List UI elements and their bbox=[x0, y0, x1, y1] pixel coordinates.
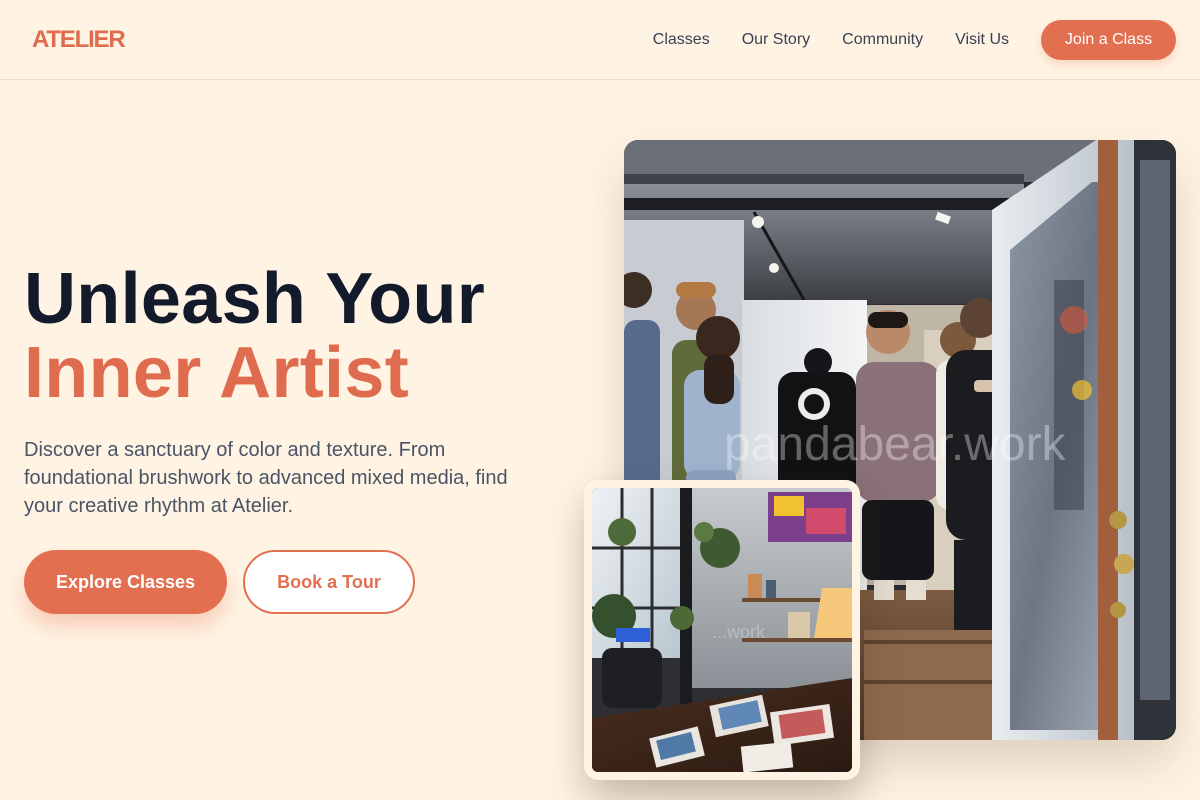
headline-line-2: Inner Artist bbox=[24, 333, 409, 413]
nav-link-classes[interactable]: Classes bbox=[653, 31, 710, 49]
inset-watermark: ...work bbox=[712, 622, 766, 642]
hero-buttons: Explore Classes Book a Tour bbox=[24, 550, 415, 614]
hero-section: Unleash Your Inner Artist Discover a san… bbox=[24, 262, 564, 614]
book-tour-button[interactable]: Book a Tour bbox=[243, 550, 415, 614]
art-studio-desk-photo: ...work bbox=[592, 488, 852, 772]
nav-link-visit-us[interactable]: Visit Us bbox=[955, 31, 1009, 49]
logo[interactable]: ATELIER bbox=[32, 26, 126, 54]
site-header: ATELIER Classes Our Story Community Visi… bbox=[0, 0, 1200, 80]
nav-link-our-story[interactable]: Our Story bbox=[742, 31, 810, 49]
hero-description: Discover a sanctuary of color and textur… bbox=[24, 439, 508, 517]
headline-line-1: Unleash Your bbox=[24, 259, 486, 339]
studio-photo-illustration: ...work bbox=[592, 488, 852, 772]
join-class-button[interactable]: Join a Class bbox=[1041, 19, 1176, 60]
nav-link-community[interactable]: Community bbox=[842, 31, 923, 49]
hero-headline: Unleash Your Inner Artist bbox=[24, 262, 564, 410]
inset-photo-card: ...work bbox=[584, 480, 860, 780]
main-nav: Classes Our Story Community Visit Us Joi… bbox=[653, 19, 1176, 60]
explore-classes-button[interactable]: Explore Classes bbox=[24, 550, 227, 614]
photo-watermark: pandabear.work bbox=[724, 418, 1067, 471]
